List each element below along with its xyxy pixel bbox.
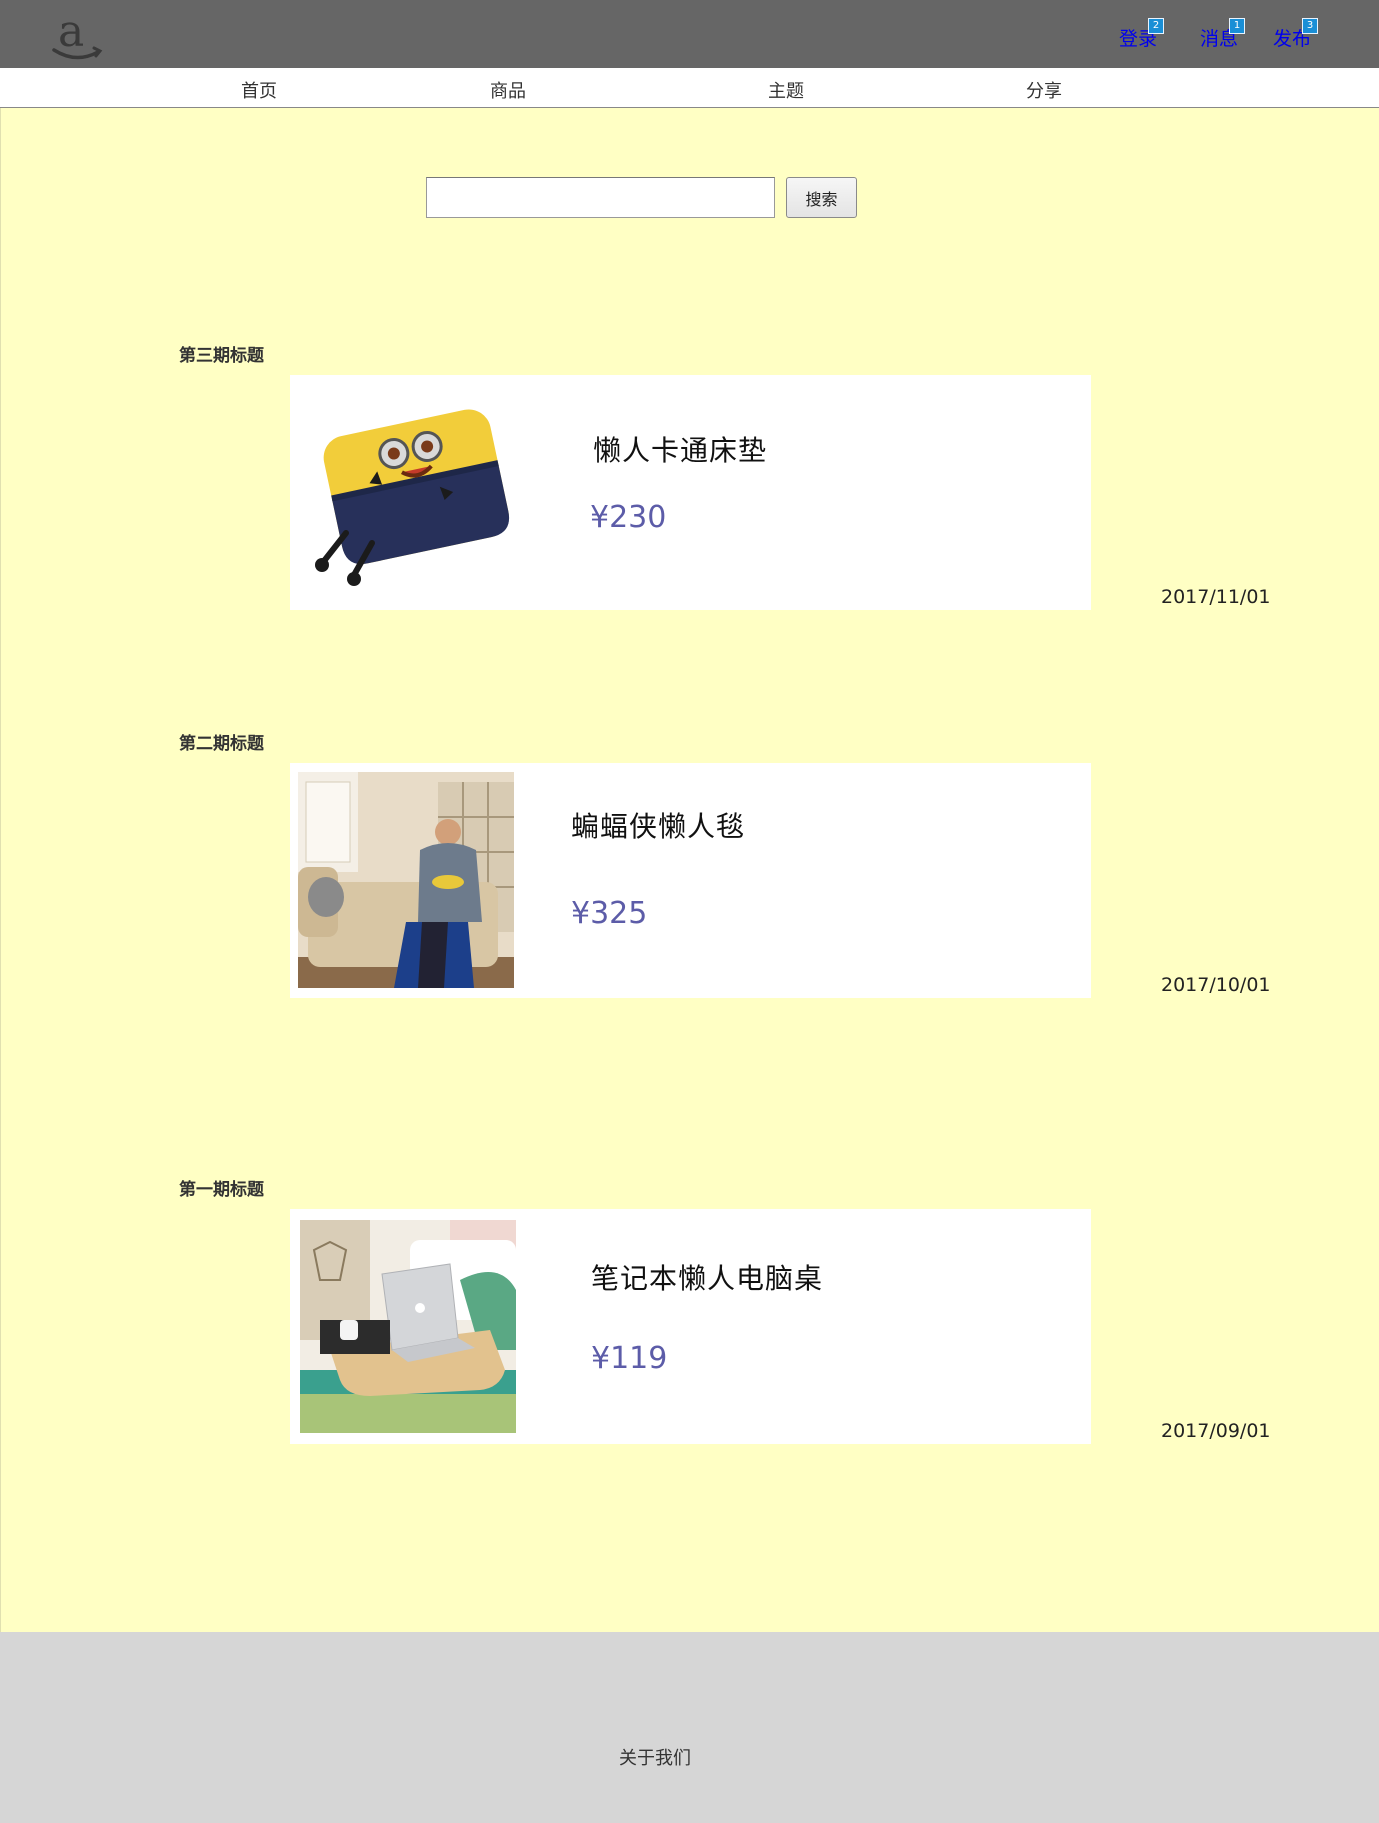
product-card[interactable]: 蝙蝠侠懒人毯 ¥325	[290, 763, 1091, 998]
product-price: ¥325	[571, 896, 648, 931]
search-input[interactable]	[426, 177, 775, 218]
publish-badge: 3	[1302, 18, 1318, 34]
minion-mattress-image	[302, 383, 518, 599]
issue-title: 第二期标题	[179, 734, 264, 754]
top-links: 登录 2 消息 1 发布 3	[1119, 18, 1339, 51]
publish-link[interactable]: 发布 3	[1273, 18, 1318, 51]
product-name: 懒人卡通床垫	[593, 434, 768, 467]
footer: 关于我们	[0, 1632, 1379, 1823]
product-name: 笔记本懒人电脑桌	[591, 1262, 824, 1295]
main-nav: 首页 商品 主题 分享	[0, 68, 1379, 108]
messages-link[interactable]: 消息 1	[1200, 18, 1245, 51]
main-content: 搜索 第三期标题 懒人卡通床垫 ¥230 2017/11/01 第二期标题 蝙蝠…	[0, 108, 1379, 1632]
product-price: ¥230	[590, 500, 667, 535]
svg-text:a: a	[58, 6, 84, 57]
top-header: a 登录 2 消息 1 发布 3	[0, 0, 1379, 68]
issue-date: 2017/11/01	[1161, 586, 1271, 608]
nav-item-share[interactable]: 分享	[1026, 77, 1062, 103]
nav-item-home[interactable]: 首页	[241, 77, 277, 103]
product-price: ¥119	[591, 1341, 668, 1376]
laptop-desk-image	[300, 1220, 516, 1433]
nav-item-topics[interactable]: 主题	[768, 77, 804, 103]
product-card[interactable]: 笔记本懒人电脑桌 ¥119	[290, 1209, 1091, 1444]
issue-title: 第三期标题	[179, 346, 264, 366]
login-badge: 2	[1148, 18, 1164, 34]
product-name: 蝙蝠侠懒人毯	[571, 810, 746, 843]
issue-date: 2017/09/01	[1161, 1420, 1271, 1442]
nav-item-products[interactable]: 商品	[490, 77, 526, 103]
about-us-link[interactable]: 关于我们	[619, 1744, 691, 1770]
login-link[interactable]: 登录 2	[1119, 18, 1164, 51]
issue-date: 2017/10/01	[1161, 974, 1271, 996]
product-card[interactable]: 懒人卡通床垫 ¥230	[290, 375, 1091, 610]
search-button[interactable]: 搜索	[786, 177, 857, 218]
batman-blanket-image	[298, 772, 514, 988]
amazon-logo-icon[interactable]: a	[50, 6, 106, 64]
issue-title: 第一期标题	[179, 1180, 264, 1200]
messages-badge: 1	[1229, 18, 1245, 34]
